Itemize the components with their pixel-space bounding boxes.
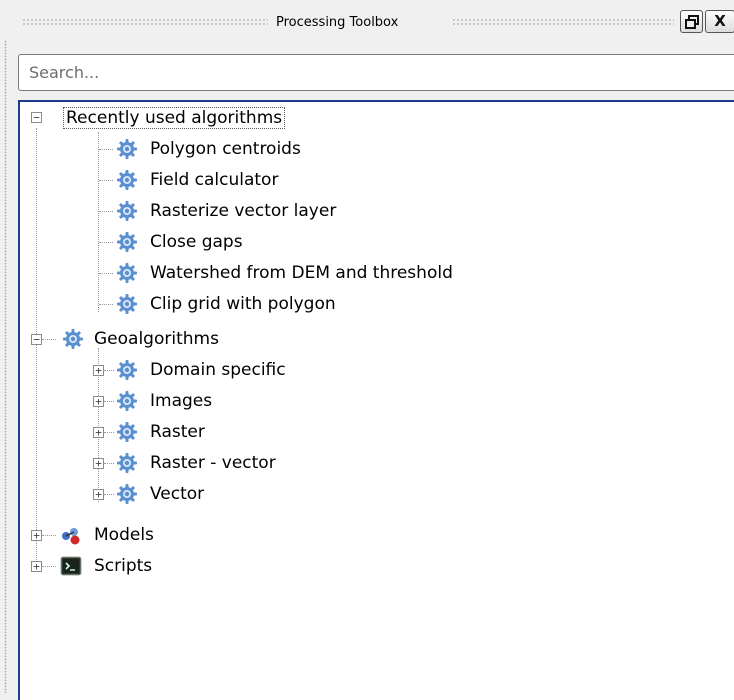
tree-node-scripts[interactable]: Scripts	[92, 550, 154, 582]
tree-item-clip-grid-with-polygon[interactable]: Clip grid with polygon	[148, 288, 338, 320]
processing-toolbox-panel: Processing Toolbox X − Recently used alg…	[0, 0, 734, 700]
tree-node-label: Geoalgorithms	[94, 329, 219, 349]
panel-title: Processing Toolbox	[276, 15, 399, 30]
tree-item-vector[interactable]: Vector	[148, 478, 206, 510]
expand-vector-toggle[interactable]: +	[93, 489, 104, 500]
search-input[interactable]	[18, 54, 734, 91]
expand-scripts-toggle[interactable]: +	[31, 561, 42, 572]
tree-line-root	[36, 128, 37, 566]
close-button[interactable]: X	[705, 10, 734, 33]
tree-item-raster[interactable]: Raster	[148, 416, 207, 448]
tree-item-label: Rasterize vector layer	[150, 201, 337, 221]
tree-node-models[interactable]: Models	[92, 519, 156, 551]
models-icon	[60, 524, 82, 546]
tree-item-label: Raster	[150, 422, 205, 442]
tree-item-label: Watershed from DEM and threshold	[150, 263, 453, 283]
expand-images-toggle[interactable]: +	[93, 396, 104, 407]
tree-item-images[interactable]: Images	[148, 385, 214, 417]
tree-item-label: Clip grid with polygon	[150, 294, 336, 314]
close-icon: X	[714, 12, 726, 30]
tree-item-label: Raster - vector	[150, 453, 276, 473]
tree-line-recent	[98, 132, 99, 312]
expand-raster-toggle[interactable]: +	[93, 427, 104, 438]
terminal-icon	[60, 555, 82, 577]
tree-item-watershed-from-dem-and-threshold[interactable]: Watershed from DEM and threshold	[148, 257, 455, 289]
tree-item-label: Field calculator	[150, 170, 279, 190]
gear-icon	[116, 231, 138, 253]
gear-icon	[116, 452, 138, 474]
tree-node-label: Scripts	[94, 556, 153, 576]
tree-item-label: Images	[150, 391, 213, 411]
tree-item-polygon-centroids[interactable]: Polygon centroids	[148, 133, 303, 165]
expand-models-toggle[interactable]: +	[31, 530, 42, 541]
tree-item-label: Close gaps	[150, 232, 243, 252]
tree-node-recent[interactable]: Recently used algorithms	[62, 102, 286, 134]
gear-icon	[116, 293, 138, 315]
float-button[interactable]	[680, 10, 703, 33]
gear-icon	[62, 328, 84, 350]
collapse-recent-toggle[interactable]: −	[31, 112, 42, 123]
tree-item-close-gaps[interactable]: Close gaps	[148, 226, 245, 258]
expand-domain-specific-toggle[interactable]: +	[93, 365, 104, 376]
dock-grip-left[interactable]	[4, 40, 7, 693]
title-grip-left	[22, 18, 268, 27]
tree-item-domain-specific[interactable]: Domain specific	[148, 354, 288, 386]
gear-icon	[116, 421, 138, 443]
expand-raster-vector-toggle[interactable]: +	[93, 458, 104, 469]
tree-node-label: Models	[94, 525, 154, 545]
algorithm-tree[interactable]: − Recently used algorithms Polygon centr…	[18, 100, 734, 700]
tree-node-geoalgorithms[interactable]: Geoalgorithms	[92, 323, 221, 355]
title-bar[interactable]: Processing Toolbox X	[0, 8, 734, 40]
gear-icon	[116, 138, 138, 160]
tree-item-field-calculator[interactable]: Field calculator	[148, 164, 280, 196]
gear-icon	[116, 200, 138, 222]
collapse-geo-toggle[interactable]: −	[31, 334, 42, 345]
tree-item-label: Vector	[150, 484, 205, 504]
gear-icon	[116, 483, 138, 505]
tree-item-raster-vector[interactable]: Raster - vector	[148, 447, 278, 479]
tree-node-label: Recently used algorithms	[62, 107, 286, 129]
tree-item-label: Polygon centroids	[150, 139, 301, 159]
restore-icon	[684, 14, 699, 29]
tree-item-rasterize-vector-layer[interactable]: Rasterize vector layer	[148, 195, 338, 227]
gear-icon	[116, 169, 138, 191]
gear-icon	[116, 359, 138, 381]
tree-item-label: Domain specific	[150, 360, 286, 380]
gear-icon	[116, 262, 138, 284]
title-grip-right	[452, 18, 674, 27]
gear-icon	[116, 390, 138, 412]
